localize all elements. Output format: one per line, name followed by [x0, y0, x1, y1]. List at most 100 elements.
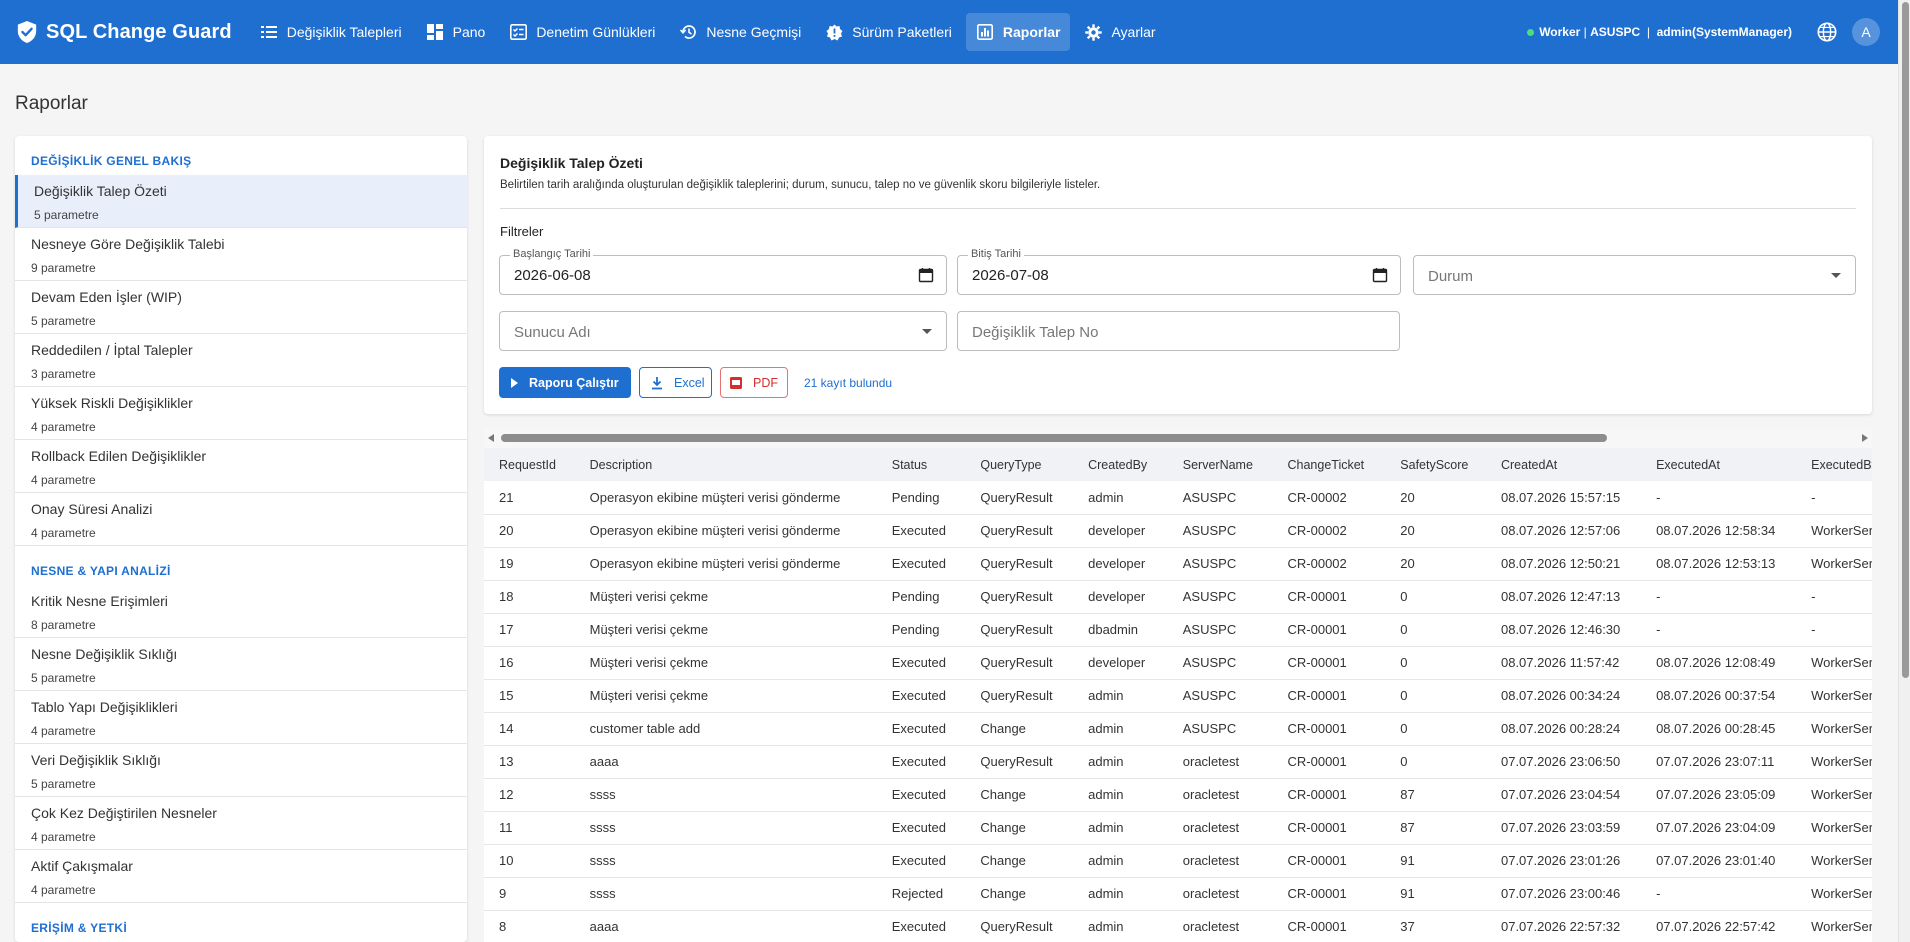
change-ticket-input[interactable]: Değişiklik Talep No [957, 311, 1400, 351]
horizontal-scrollbar[interactable] [484, 428, 1872, 448]
column-header[interactable]: ExecutedAt [1641, 448, 1797, 481]
table-row[interactable]: 14 customer table add Executed Change admin A… [484, 712, 1872, 746]
table-cell: QueryResult [965, 679, 1074, 713]
table-row[interactable]: 16 Müşteri verisi çekme Executed QueryResul… [484, 646, 1872, 680]
column-header[interactable]: ChangeTicket [1272, 448, 1386, 481]
sidebar-report-item[interactable]: Onay Süresi Analizi 4 parametre [15, 493, 467, 546]
sidebar-report-item[interactable]: Kritik Nesne Erişimleri 8 parametre [15, 585, 467, 638]
table-cell: ssss [574, 811, 877, 845]
brand-logo[interactable]: SQL Change Guard [16, 20, 232, 44]
run-report-button[interactable]: Raporu Çalıştır [499, 367, 631, 398]
page-scrollbar[interactable] [1898, 0, 1910, 942]
column-header[interactable]: ExecutedBy [1796, 448, 1872, 481]
sidebar-item-label: Değişiklik Talep Özeti [34, 183, 167, 199]
user-avatar[interactable]: A [1852, 18, 1880, 46]
calendar-icon[interactable] [918, 267, 934, 283]
table-row[interactable]: 11 ssss Executed Change admin oracletest CR-00… [484, 811, 1872, 845]
sidebar-report-item[interactable]: Değişiklik Talep Özeti 5 parametre [15, 175, 467, 228]
run-report-label: Raporu Çalıştır [529, 375, 619, 390]
sidebar-report-item[interactable]: Yüksek Riskli Değişiklikler 4 parametre [15, 387, 467, 440]
column-header[interactable]: Status [876, 448, 966, 481]
nav-item-label: Nesne Geçmişi [706, 24, 802, 40]
column-header[interactable]: Description [574, 448, 877, 481]
nav-item-4[interactable]: Nesne Geçmişi [669, 13, 811, 51]
table-cell: admin [1073, 877, 1168, 911]
sidebar-report-item[interactable]: Çok Kez Değiştirilen Nesneler 4 parametre [15, 797, 467, 850]
table-row[interactable]: 21 Operasyon ekibine müşteri verisi gönde… [484, 481, 1872, 515]
sidebar-report-item[interactable]: Tablo Yapı Değişiklikleri 4 parametre [15, 691, 467, 744]
record-count: 21 kayıt bulundu [804, 376, 893, 390]
table-cell: developer [1073, 514, 1168, 548]
globe-icon[interactable] [1816, 21, 1838, 43]
table-row[interactable]: 19 Operasyon ekibine müşteri verisi gönde… [484, 547, 1872, 581]
sidebar-item-label: Devam Eden İşler (WIP) [31, 289, 182, 305]
excel-export-button[interactable]: Excel [639, 367, 712, 398]
sidebar-item-label: Reddedilen / İptal Talepler [31, 342, 193, 358]
nav-item-1[interactable]: Değişiklik Talepleri [250, 13, 412, 51]
table-row[interactable]: 20 Operasyon ekibine müşteri verisi gönde… [484, 514, 1872, 548]
table-cell: 08.07.2026 12:47:13 [1485, 580, 1642, 614]
table-cell: 0 [1385, 613, 1486, 647]
table-cell: 15 [484, 679, 575, 713]
table-cell: admin [1073, 844, 1168, 878]
table-cell: CR-00001 [1272, 844, 1386, 878]
scroll-left-arrow-icon[interactable] [488, 434, 494, 442]
table-cell: 19 [484, 547, 575, 581]
table-row[interactable]: 15 Müşteri verisi çekme Executed QueryResul… [484, 679, 1872, 713]
filters-heading: Filtreler [500, 224, 544, 239]
table-row[interactable]: 9 ssss Rejected Change admin oracletest CR-000… [484, 877, 1872, 911]
nav-item-3[interactable]: Denetim Günlükleri [499, 13, 665, 51]
table-cell: ASUSPC [1167, 514, 1273, 548]
table-cell: 07.07.2026 23:03:59 [1485, 811, 1642, 845]
sidebar-report-item[interactable]: Nesne Değişiklik Sıklığı 5 parametre [15, 638, 467, 691]
sidebar-report-item[interactable]: Devam Eden İşler (WIP) 5 parametre [15, 281, 467, 334]
column-header[interactable]: SafetyScore [1385, 448, 1486, 481]
table-cell: ssss [574, 778, 877, 812]
table-cell: ssss [574, 844, 877, 878]
end-date-value: 2026-07-08 [972, 267, 1049, 284]
sidebar-report-item[interactable]: Rollback Edilen Değişiklikler 4 parametre [15, 440, 467, 493]
table-cell: - [1641, 580, 1797, 614]
table-cell: 07.07.2026 22:57:42 [1641, 910, 1797, 942]
nav-item-7[interactable]: Ayarlar [1074, 13, 1165, 51]
nav-item-2[interactable]: Pano [416, 13, 496, 51]
column-header[interactable]: RequestId [484, 448, 575, 481]
calendar-icon[interactable] [1372, 267, 1388, 283]
table-cell: - [1641, 877, 1797, 911]
start-date-field[interactable]: Başlangıç Tarihi 2026-06-08 [499, 248, 947, 295]
sidebar-report-item[interactable]: Nesneye Göre Değişiklik Talebi 9 parametr… [15, 228, 467, 281]
scrollbar-thumb[interactable] [501, 434, 1607, 442]
table-row[interactable]: 17 Müşteri verisi çekme Pending QueryResult… [484, 613, 1872, 647]
table-cell: Pending [876, 613, 966, 647]
column-header[interactable]: CreatedBy [1073, 448, 1168, 481]
column-header[interactable]: CreatedAt [1485, 448, 1642, 481]
sidebar-report-item[interactable]: Aktif Çakışmalar 4 parametre [15, 850, 467, 903]
pdf-icon [730, 376, 742, 389]
status-select[interactable]: Durum [1413, 255, 1856, 295]
play-icon [511, 377, 518, 388]
table-row[interactable]: 8 aaaa Executed QueryResult admin oracletest C… [484, 910, 1872, 942]
table-cell: Executed [876, 844, 966, 878]
end-date-field[interactable]: Bitiş Tarihi 2026-07-08 [957, 248, 1401, 295]
scrollbar-thumb[interactable] [1902, 2, 1909, 678]
scroll-right-arrow-icon[interactable] [1862, 434, 1868, 442]
table-cell: ASUSPC [1167, 481, 1273, 515]
server-label: ASUSPC [1590, 25, 1641, 39]
nav-item-6[interactable]: Raporlar [965, 13, 1071, 51]
table-cell: dbadmin [1073, 613, 1168, 647]
sidebar-report-item[interactable]: Veri Değişiklik Sıklığı 5 parametre [15, 744, 467, 797]
column-header[interactable]: ServerName [1167, 448, 1273, 481]
pdf-export-button[interactable]: PDF [720, 367, 788, 398]
table-row[interactable]: 12 ssss Executed Change admin oracletest CR-00… [484, 778, 1872, 812]
column-header[interactable]: QueryType [965, 448, 1074, 481]
table-row[interactable]: 10 ssss Executed Change admin oracletest CR-00… [484, 844, 1872, 878]
sidebar-report-item[interactable]: Reddedilen / İptal Talepler 3 parametre [15, 334, 467, 387]
table-row[interactable]: 13 aaaa Executed QueryResult admin oracletest… [484, 745, 1872, 779]
server-select[interactable]: Sunucu Adı [499, 311, 947, 351]
table-cell: 17 [484, 613, 575, 647]
nav-item-5[interactable]: Sürüm Paketleri [815, 13, 962, 51]
table-cell: WorkerService [1796, 646, 1872, 680]
table-cell: ASUSPC [1167, 613, 1273, 647]
table-row[interactable]: 18 Müşteri verisi çekme Pending QueryResult… [484, 580, 1872, 614]
table-cell: 08.07.2026 00:28:24 [1485, 712, 1642, 746]
